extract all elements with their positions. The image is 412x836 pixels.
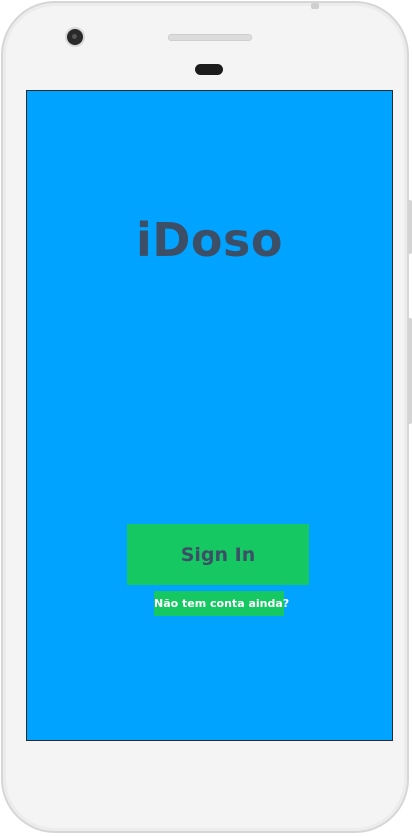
- volume-button: [408, 318, 412, 424]
- create-account-link[interactable]: Não tem conta ainda?: [154, 591, 289, 616]
- phone-frame: iDoso Sign In Não tem conta ainda?: [1, 1, 409, 833]
- app-title: iDoso: [135, 213, 284, 267]
- power-button: [408, 200, 412, 254]
- sign-in-button[interactable]: Sign In: [127, 524, 309, 585]
- earpiece: [195, 64, 223, 75]
- phone-top-nub: [311, 3, 319, 9]
- app-screen: iDoso Sign In Não tem conta ainda?: [26, 90, 393, 741]
- speaker-grille: [168, 34, 252, 41]
- front-camera-icon: [67, 29, 83, 45]
